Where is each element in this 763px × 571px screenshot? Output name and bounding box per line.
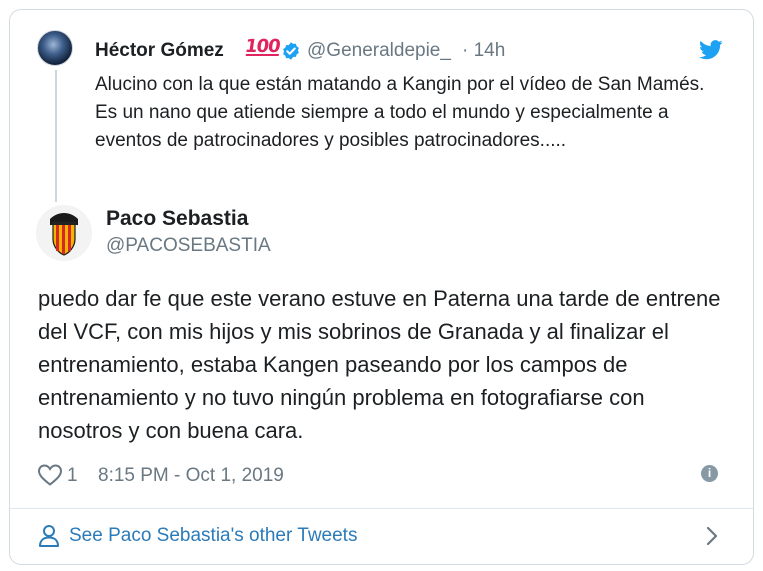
main-author-avatar[interactable]	[36, 205, 92, 261]
hundred-points-emoji-icon: 100	[243, 36, 282, 57]
see-other-tweets-label[interactable]: See Paco Sebastia's other Tweets	[69, 525, 357, 547]
parent-author-name[interactable]: Héctor Gómez	[95, 40, 224, 62]
person-icon	[39, 525, 59, 547]
like-count[interactable]: 1	[67, 465, 78, 487]
parent-tweet-timestamp[interactable]: · 14h	[462, 40, 505, 62]
verified-badge-icon	[283, 42, 299, 60]
main-author-name[interactable]: Paco Sebastia	[106, 207, 248, 231]
main-author-handle[interactable]: @PACOSEBASTIA	[106, 235, 271, 257]
valencia-crest-icon	[36, 205, 92, 261]
parent-author-avatar[interactable]	[37, 30, 73, 66]
twitter-bird-icon[interactable]	[699, 40, 723, 60]
thread-connector-line	[55, 70, 57, 202]
chevron-right-icon[interactable]	[705, 525, 719, 547]
heart-icon[interactable]	[37, 463, 63, 487]
tweet-date[interactable]: 8:15 PM - Oct 1, 2019	[98, 465, 284, 487]
parent-author-handle[interactable]: @Generaldepie_	[307, 40, 451, 62]
info-icon[interactable]: i	[701, 465, 718, 482]
parent-tweet-text: Alucino con la que están matando a Kangi…	[95, 74, 705, 151]
main-tweet-text: puedo dar fe que este verano estuve en P…	[38, 286, 721, 443]
